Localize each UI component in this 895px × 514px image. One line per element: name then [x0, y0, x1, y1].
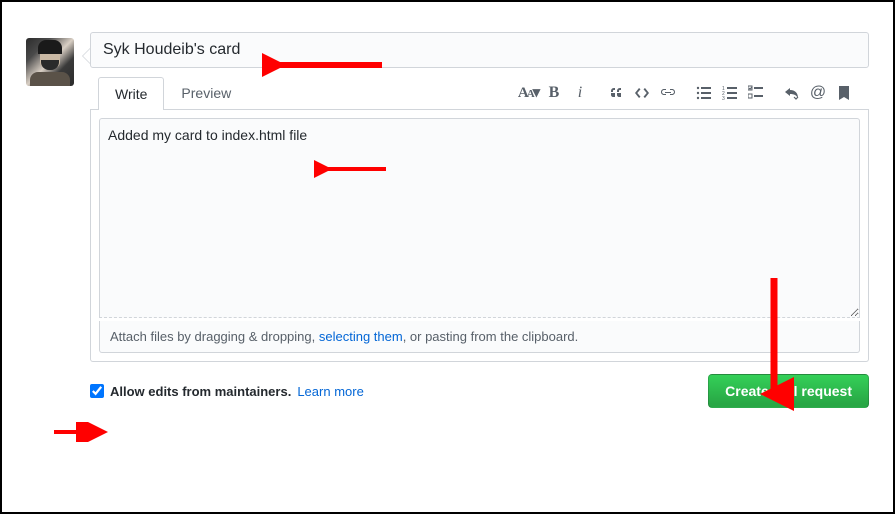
reply-icon[interactable]: [783, 84, 801, 102]
link-icon[interactable]: [659, 84, 677, 102]
allow-edits-row[interactable]: Allow edits from maintainers. Learn more: [90, 384, 364, 399]
create-pull-request-button[interactable]: Create pull request: [708, 374, 869, 408]
italic-icon[interactable]: i: [571, 84, 589, 102]
task-list-icon[interactable]: [747, 84, 765, 102]
pr-title-input[interactable]: [90, 32, 869, 68]
svg-text:3: 3: [722, 96, 725, 101]
bold-icon[interactable]: B: [545, 84, 563, 102]
text-size-icon[interactable]: AA▾: [519, 84, 537, 102]
allow-edits-checkbox[interactable]: [90, 384, 104, 398]
allow-edits-label: Allow edits from maintainers.: [110, 384, 291, 399]
pr-description-textarea[interactable]: [99, 118, 860, 318]
attach-select-link[interactable]: selecting them: [319, 329, 403, 344]
attach-hint: Attach files by dragging & dropping, sel…: [99, 321, 860, 353]
bubble-arrow: [82, 48, 90, 64]
attach-hint-pre: Attach files by dragging & dropping,: [110, 329, 319, 344]
tab-preview[interactable]: Preview: [164, 76, 248, 109]
bookmark-icon[interactable]: [835, 84, 853, 102]
learn-more-link[interactable]: Learn more: [297, 384, 363, 399]
ordered-list-icon[interactable]: 123: [721, 84, 739, 102]
mention-icon[interactable]: @: [809, 84, 827, 102]
quote-icon[interactable]: [607, 84, 625, 102]
code-icon[interactable]: [633, 84, 651, 102]
tab-write[interactable]: Write: [98, 77, 164, 110]
unordered-list-icon[interactable]: [695, 84, 713, 102]
markdown-toolbar: AA▾ B i 123: [519, 84, 861, 102]
attach-hint-post: , or pasting from the clipboard.: [403, 329, 579, 344]
avatar[interactable]: [26, 38, 74, 86]
